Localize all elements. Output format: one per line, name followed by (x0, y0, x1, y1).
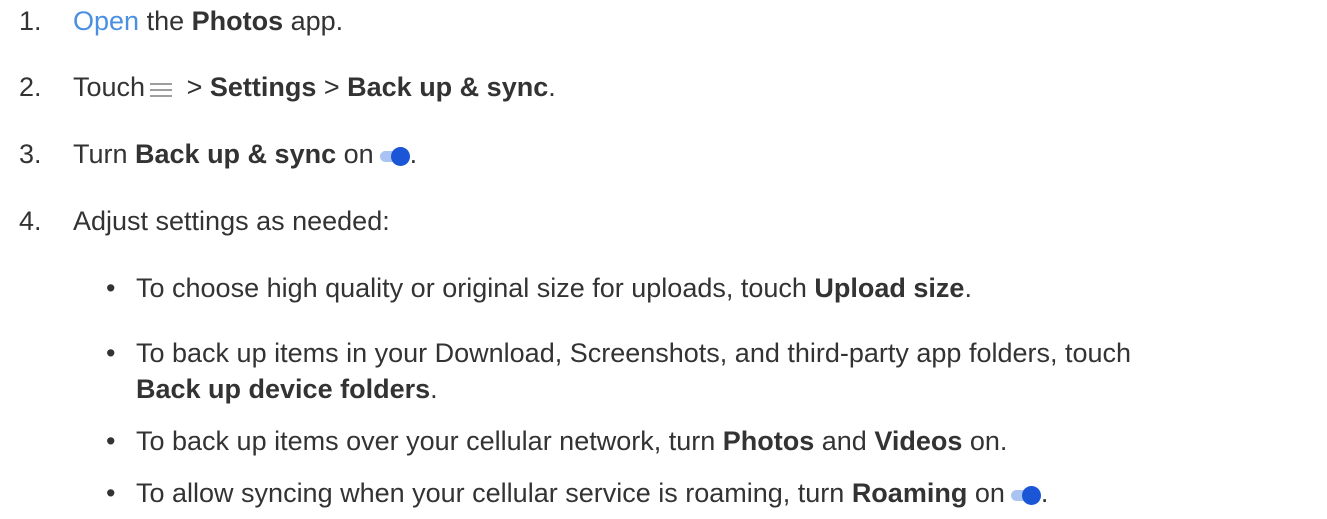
bold-term: Back up & sync (347, 72, 549, 102)
text-segment: . (409, 139, 418, 169)
step-2: 2. Touch > Settings > Back up & sync. (0, 69, 1327, 105)
text-segment: To back up items over your cellular netw… (136, 426, 723, 456)
step-text: Turn Back up & sync on. (73, 136, 417, 172)
text-segment: on. (962, 426, 1008, 456)
text-segment: Turn (73, 139, 136, 169)
step-3: 3. Turn Back up & sync on. (0, 136, 1327, 172)
step-text: Open the Photos app. (73, 3, 343, 39)
bullet-icon: • (106, 273, 116, 303)
bold-term: Videos (874, 426, 963, 456)
bullet-text: To choose high quality or original size … (136, 270, 1316, 306)
bold-term: Back up & sync (135, 139, 337, 169)
step-4: 4. Adjust settings as needed: (0, 203, 1327, 239)
step-number: 4. (19, 206, 42, 236)
text-segment: > (316, 72, 348, 102)
text-segment: . (964, 273, 972, 303)
bold-term: Settings (209, 72, 317, 102)
toggle-on-icon (1010, 485, 1041, 505)
menu-icon (150, 81, 173, 97)
step-text: Touch > Settings > Back up & sync. (73, 69, 556, 105)
text-segment: To back up items in your Download, Scree… (136, 338, 1132, 368)
bullet-text: To allow syncing when your cellular serv… (136, 475, 1316, 511)
text-segment: . (548, 72, 556, 102)
text-segment: and (814, 426, 875, 456)
text-segment: > (179, 72, 210, 102)
toggle-on-icon (379, 146, 410, 166)
text-segment: Touch (73, 72, 146, 102)
text-segment: on (336, 139, 374, 169)
step-text: Adjust settings as needed: (73, 206, 390, 236)
bullet-text: To back up items in your Download, Scree… (136, 335, 1316, 407)
open-link[interactable]: Open (73, 6, 139, 36)
bold-term: Upload size (814, 273, 965, 303)
step-number: 1. (19, 6, 42, 36)
bullet-icon: • (106, 338, 116, 368)
bold-term: Roaming (851, 478, 968, 508)
step-1: 1. Open the Photos app. (0, 3, 1327, 39)
text-segment: the (139, 6, 192, 36)
bullet-text: To back up items over your cellular netw… (136, 423, 1316, 459)
text-segment: on (967, 478, 1005, 508)
text-segment: . (1040, 478, 1049, 508)
text-segment: app. (283, 6, 344, 36)
step-number: 2. (19, 72, 42, 102)
bullet-icon: • (106, 426, 116, 456)
text-segment: To allow syncing when your cellular serv… (136, 478, 852, 508)
bold-term: Photos (191, 6, 284, 36)
step-number: 3. (19, 139, 42, 169)
bold-term: Back up device folders (136, 374, 431, 404)
text-segment: . (430, 374, 438, 404)
text-segment: To choose high quality or original size … (136, 273, 815, 303)
bold-term: Photos (722, 426, 815, 456)
bullet-icon: • (106, 478, 116, 508)
